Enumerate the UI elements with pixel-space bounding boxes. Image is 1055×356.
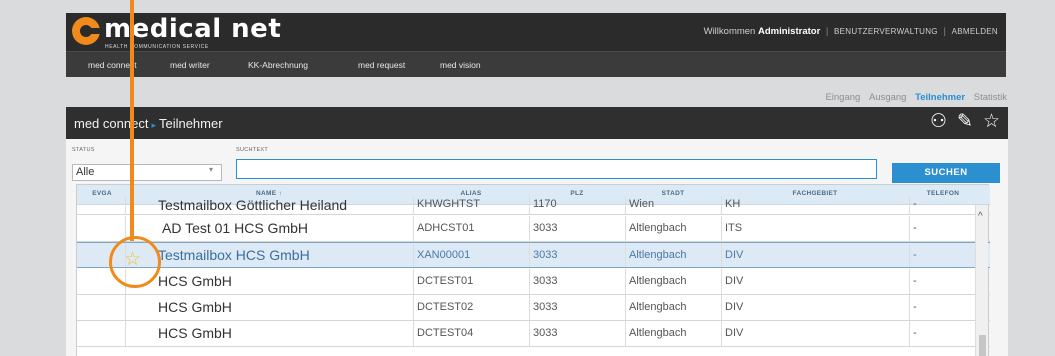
table-scrollbar[interactable]: ^ (975, 205, 988, 356)
cell-alias: ADHCST01 (413, 216, 529, 241)
nav-item-med-vision[interactable]: med vision (440, 60, 481, 70)
participants-table: EVGA NAME ↑ ALIAS PLZ STADT FACHGEBIET T… (76, 184, 990, 356)
cell-stadt: Altlengbach (625, 321, 721, 346)
brand-tagline: HEALTH COMMUNICATION SERVICE (105, 44, 209, 50)
cell-name: HCS GmbH (125, 269, 413, 294)
search-button[interactable]: SUCHEN (892, 163, 1000, 183)
cell-telefon: - (909, 295, 977, 320)
cell-telefon: - (909, 243, 977, 267)
cell-stadt: Wien (625, 196, 721, 214)
logout-link[interactable]: ABMELDEN (952, 27, 998, 36)
cell-fachgebiet: KH (721, 196, 909, 214)
subnav-item-teilnehmer[interactable]: Teilnehmer (915, 92, 965, 103)
table-row[interactable]: HCS GmbH DCTEST01 3033 Altlengbach DIV - (77, 269, 990, 295)
panel-actions: ⚇ ✎ ☆ (930, 112, 1000, 132)
cell-name: HCS GmbH (125, 295, 413, 320)
nav-item-med-request[interactable]: med request (358, 60, 405, 70)
cell-fachgebiet: DIV (721, 321, 909, 346)
table-row-selected[interactable]: Testmailbox HCS GmbH XAN00001 3033 Altle… (77, 242, 990, 268)
cell-alias: DCTEST02 (413, 295, 529, 320)
breadcrumb-arrow-icon: ▸ (151, 120, 156, 130)
table-row[interactable]: HCS GmbH DCTEST02 3033 Altlengbach DIV - (77, 295, 990, 321)
table-row[interactable]: HCS GmbH DCTEST04 3033 Altlengbach DIV - (77, 321, 990, 347)
user-name: Administrator (757, 26, 821, 37)
cell-stadt: Altlengbach (625, 269, 721, 294)
welcome-text: Willkommen (703, 26, 756, 37)
cell-alias: DCTEST04 (413, 321, 529, 346)
user-management-link[interactable]: BENUTZERVERWALTUNG (834, 27, 938, 36)
cell-name: HCS GmbH (125, 321, 413, 346)
logo-icon (72, 17, 102, 45)
subnav-item-eingang[interactable]: Eingang (825, 92, 860, 103)
search-label: SUCHTEXT (236, 147, 269, 153)
star-icon[interactable]: ☆ (124, 248, 141, 271)
cell-alias: KHWGHTST (413, 196, 529, 214)
cell-plz: 1170 (529, 196, 625, 214)
top-bar: medical net HEALTH COMMUNICATION SERVICE… (66, 13, 1006, 51)
cell-stadt: Altlengbach (625, 295, 721, 320)
cell-name: AD Test 01 HCS GmbH (125, 216, 413, 241)
cell-plz: 3033 (529, 243, 625, 267)
cell-stadt: Altlengbach (625, 216, 721, 241)
cell-plz: 3033 (529, 295, 625, 320)
chevron-up-icon[interactable]: ^ (978, 211, 983, 222)
cell-telefon: - (909, 321, 977, 346)
star-icon[interactable]: ☆ (983, 112, 1000, 132)
breadcrumb-page: Teilnehmer (158, 116, 223, 131)
separator: | (943, 26, 946, 37)
cell-telefon: - (909, 269, 977, 294)
search-input[interactable] (236, 159, 877, 179)
pointer-line (130, 0, 134, 241)
user-bar: Willkommen Administrator | BENUTZERVERWA… (704, 26, 998, 37)
nav-item-med-writer[interactable]: med writer (170, 60, 210, 70)
cell-plz: 3033 (529, 216, 625, 241)
cell-telefon: - (909, 216, 977, 241)
sub-nav: Eingang Ausgang Teilnehmer Statistik (819, 92, 1007, 103)
table-row[interactable]: Testmailbox Göttlicher Heiland KHWGHTST … (77, 196, 990, 215)
scroll-thumb[interactable] (979, 335, 986, 356)
pencil-icon[interactable]: ✎ (957, 112, 973, 132)
separator: | (825, 26, 829, 37)
main-nav: med connect med writer KK-Abrechnung med… (66, 51, 1006, 77)
panel-header: med connect ▸ Teilnehmer ⚇ ✎ ☆ (66, 107, 1008, 139)
chevron-down-icon: ▾ (208, 165, 213, 174)
cell-stadt: Altlengbach (625, 243, 721, 267)
status-label: STATUS (72, 147, 95, 153)
cell-plz: 3033 (529, 321, 625, 346)
cell-alias: DCTEST01 (413, 269, 529, 294)
cell-fachgebiet: DIV (721, 295, 909, 320)
breadcrumb-section[interactable]: med connect (74, 116, 148, 131)
cell-fachgebiet: DIV (721, 243, 909, 267)
cell-name: Testmailbox Göttlicher Heiland (125, 196, 413, 214)
cell-fachgebiet: ITS (721, 216, 909, 241)
cell-telefon: - (909, 196, 977, 214)
cell-fachgebiet: DIV (721, 269, 909, 294)
cell-plz: 3033 (529, 269, 625, 294)
subnav-item-statistik[interactable]: Statistik (974, 92, 1007, 103)
breadcrumb: med connect ▸ Teilnehmer (74, 116, 223, 131)
subnav-item-ausgang[interactable]: Ausgang (869, 92, 907, 103)
nav-item-kk-abrechnung[interactable]: KK-Abrechnung (248, 60, 308, 70)
add-user-icon[interactable]: ⚇ (930, 112, 947, 132)
cell-alias: XAN00001 (413, 243, 529, 267)
participants-panel: med connect ▸ Teilnehmer ⚇ ✎ ☆ STATUS Alle… (66, 107, 1008, 356)
status-select[interactable]: Alle ▾ (72, 164, 222, 181)
cell-name: Testmailbox HCS GmbH (125, 243, 413, 267)
table-row[interactable]: AD Test 01 HCS GmbH ADHCST01 3033 Altlen… (77, 216, 990, 242)
status-value: Alle (76, 166, 95, 178)
